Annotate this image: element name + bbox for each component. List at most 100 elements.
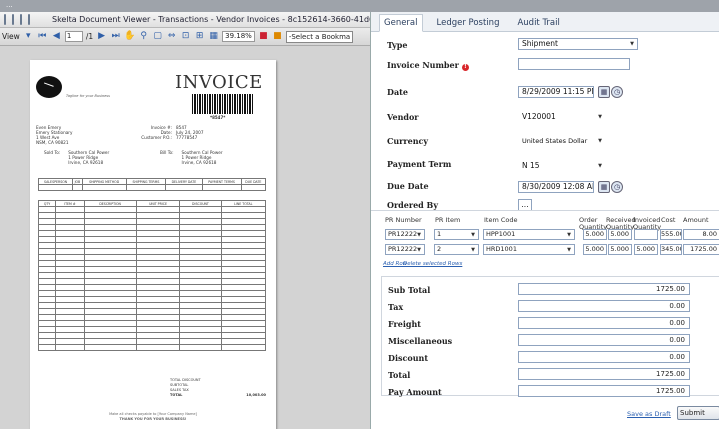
invoice-form-panel: General Ledger Posting Audit Trail Type …: [370, 12, 719, 429]
pr-item-select[interactable]: 1 ▼: [434, 229, 479, 240]
tab-general[interactable]: General: [379, 14, 423, 32]
summary-label: Total: [388, 370, 411, 380]
chevron-down-icon: ▼: [567, 232, 571, 238]
window-strip: ...: [0, 0, 719, 12]
save-icon[interactable]: [12, 14, 14, 25]
due-date-input[interactable]: 8/30/2009 12:08 AM: [518, 181, 594, 193]
invoice-number-input[interactable]: [518, 58, 630, 70]
last-page-icon[interactable]: ⏭: [110, 31, 121, 42]
summary-value-input[interactable]: 0.00: [518, 300, 690, 312]
hand-tool-icon[interactable]: ✋: [124, 31, 135, 42]
summary-section: Sub Total 1725.00 Tax 0.00 Freight 0.00 Miscel…: [381, 276, 719, 397]
chevron-down-icon: ▼: [471, 232, 475, 238]
date-label: Date: [387, 87, 408, 97]
clock-icon[interactable]: ◷: [611, 86, 623, 98]
item-code-select[interactable]: HRD1001 ▼: [483, 244, 575, 255]
invoiced-qty-input[interactable]: 5.000: [634, 244, 658, 255]
chevron-down-icon: ▼: [630, 41, 634, 47]
fit-width-icon[interactable]: ⇔: [166, 31, 177, 42]
currency-label: Currency: [387, 136, 429, 146]
bookmark-icon[interactable]: ■: [258, 31, 269, 42]
company-address: Even Emery Emery Stationary 1 West Ave N…: [36, 125, 73, 145]
thumbnails-icon[interactable]: ▦: [208, 31, 219, 42]
summary-value-input[interactable]: 0.00: [518, 317, 690, 329]
order-qty-input[interactable]: 5.000: [583, 244, 607, 255]
amount-input[interactable]: 8.00: [683, 229, 719, 240]
view-dropdown-icon[interactable]: ▾: [23, 31, 34, 42]
summary-value-input[interactable]: 0.00: [518, 334, 690, 346]
table-row: [37, 184, 267, 191]
type-label: Type: [387, 40, 408, 50]
bookmark-select[interactable]: -Select a Bookma: [285, 30, 354, 43]
page-total: /1: [85, 32, 94, 41]
invoiced-qty-input[interactable]: [634, 229, 658, 240]
clock-icon[interactable]: ◷: [611, 181, 623, 193]
export-icon[interactable]: ■: [272, 31, 283, 42]
summary-value-input[interactable]: 1725.00: [518, 283, 690, 295]
col-item-code: Item Code: [484, 216, 518, 224]
tab-bar: General Ledger Posting Audit Trail: [371, 12, 719, 32]
vendor-select[interactable]: V120001 ▼: [518, 111, 606, 123]
page-number-input[interactable]: 1: [64, 31, 83, 42]
delete-rows-link[interactable]: Delete selected Rows: [403, 261, 462, 267]
zoom-box-icon[interactable]: ▢: [152, 31, 163, 42]
pr-number-select[interactable]: PR12222 ▼: [385, 229, 425, 240]
chevron-down-icon: ▼: [417, 247, 421, 253]
col-pr-number: PR Number: [385, 216, 422, 224]
invoice-footer: Make all checks payable to [Your Company…: [109, 412, 197, 421]
calendar-icon[interactable]: ▦: [598, 181, 610, 193]
calendar-icon[interactable]: ▦: [598, 86, 610, 98]
payment-term-select[interactable]: N 15 ▼: [518, 160, 606, 172]
summary-value-input[interactable]: 1725.00: [518, 385, 690, 397]
pr-number-select[interactable]: PR12222 ▼: [385, 244, 425, 255]
zoom-icon[interactable]: ⚲: [138, 31, 149, 42]
cost-input[interactable]: 345.00: [660, 244, 682, 255]
chevron-down-icon: ▼: [471, 247, 475, 253]
summary-label: Miscellaneous: [388, 336, 453, 346]
cost-input[interactable]: 555.00: [660, 229, 682, 240]
table-row: [37, 344, 267, 351]
col-amount: Amount: [683, 216, 709, 224]
chevron-down-icon: ▼: [567, 247, 571, 253]
company-logo: [36, 76, 62, 98]
pr-item-select[interactable]: 2 ▼: [434, 244, 479, 255]
search-icon[interactable]: [28, 14, 30, 25]
general-fields: Type Shipment ▼ Invoice Number! Date 8/29…: [371, 32, 719, 212]
date-input[interactable]: 8/29/2009 11:15 PM: [518, 86, 594, 98]
summary-label: Discount: [388, 353, 429, 363]
summary-label: Tax: [388, 302, 404, 312]
order-qty-input[interactable]: 5.000: [583, 229, 607, 240]
currency-select[interactable]: United States Dollar ▼: [518, 135, 606, 147]
tab-ledger-posting[interactable]: Ledger Posting: [433, 15, 504, 31]
next-page-icon[interactable]: ▶: [96, 31, 107, 42]
print-icon[interactable]: [4, 14, 6, 25]
submit-button[interactable]: Submit: [677, 406, 719, 420]
received-qty-input[interactable]: 5.000: [608, 244, 632, 255]
amount-input[interactable]: 1725.00: [683, 244, 719, 255]
line-items: PR Number PR Item Item Code Order Quanti…: [371, 210, 719, 270]
summary-label: Pay Amount: [388, 387, 442, 397]
copy-icon[interactable]: [20, 14, 22, 25]
item-code-select[interactable]: HPP1001 ▼: [483, 229, 575, 240]
chevron-down-icon: ▼: [417, 232, 421, 238]
view-menu[interactable]: View: [2, 32, 20, 41]
prev-page-icon[interactable]: ◀: [51, 31, 62, 42]
tab-audit-trail[interactable]: Audit Trail: [513, 15, 563, 31]
received-qty-input[interactable]: 5.000: [608, 229, 632, 240]
type-select[interactable]: Shipment ▼: [518, 38, 638, 50]
first-page-icon[interactable]: ⏮: [37, 31, 48, 42]
viewer-canvas[interactable]: Tagline for your Business INVOICE *8547*…: [0, 46, 370, 429]
zoom-level-select[interactable]: 39.18%: [222, 31, 255, 42]
summary-value-input[interactable]: 0.00: [518, 351, 690, 363]
document-viewer: Skelta Document Viewer - Transactions - …: [0, 12, 370, 429]
save-draft-link[interactable]: Save as Draft: [627, 410, 671, 418]
col-pr-item: PR Item: [435, 216, 461, 224]
bill-to: Bill To: Southern Cal Power 1 Power Ridge…: [160, 150, 223, 165]
fit-page-icon[interactable]: ⊡: [180, 31, 191, 42]
items-table: QTY ITEM # DESCRIPTION UNIT PRICE DISCOUNT L…: [37, 200, 267, 351]
chevron-down-icon: ▼: [598, 114, 602, 120]
app-frame: ... Skelta Document Viewer - Transaction…: [0, 0, 719, 429]
summary-value-input[interactable]: 1725.00: [518, 368, 690, 380]
chevron-down-icon: ▼: [598, 163, 602, 169]
actual-size-icon[interactable]: ⊞: [194, 31, 205, 42]
